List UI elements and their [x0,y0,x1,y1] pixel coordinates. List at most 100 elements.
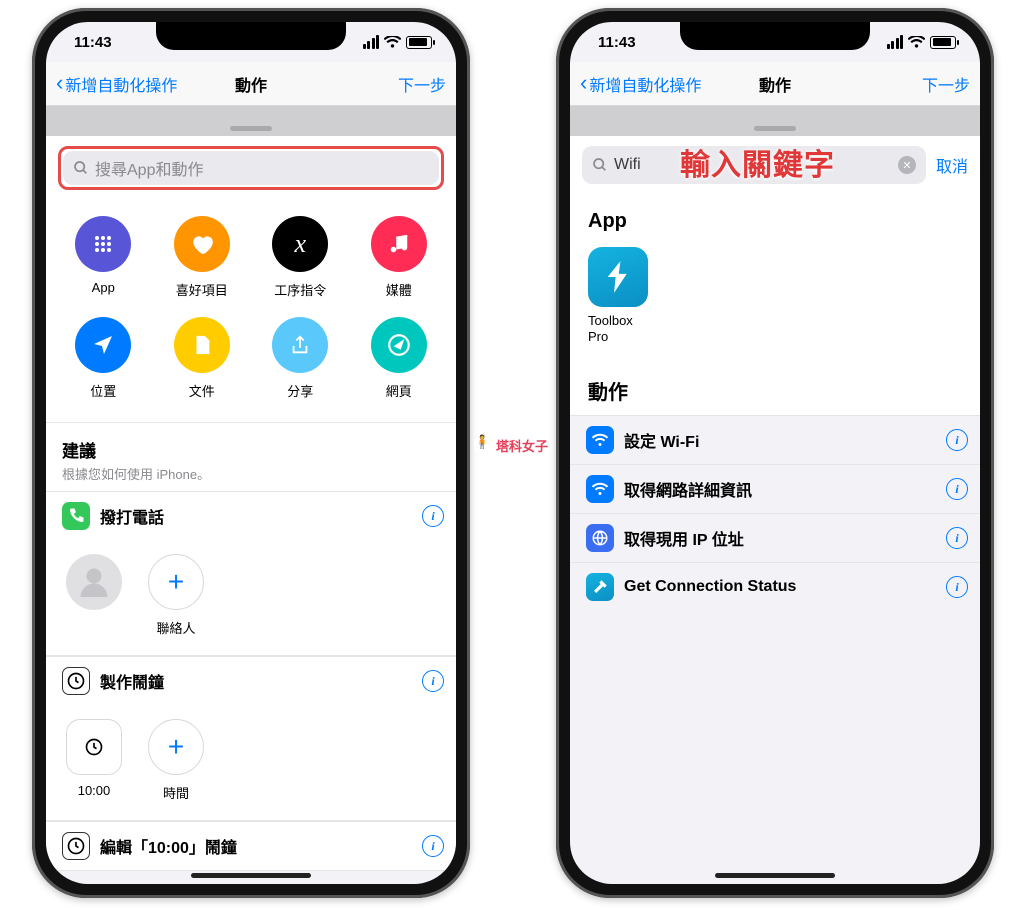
app-result-label: Toolbox Pro [588,313,962,344]
suggestion-icon [62,667,90,695]
status-time: 11:43 [74,34,112,51]
search-placeholder: 搜尋App和動作 [95,156,203,180]
action-row[interactable]: Get Connection Status i [570,562,980,611]
action-label: 取得網路詳細資訊 [624,477,752,501]
toolbox-pro-icon [588,247,648,307]
search-input[interactable]: 搜尋App和動作 [63,151,439,185]
wifi-icon [586,426,614,454]
nav-icon [75,317,131,373]
compass-icon [371,317,427,373]
category-App[interactable]: App [54,216,153,299]
category-label: 分享 [287,381,313,400]
category-grid: App 喜好項目 x 工序指令 媒體位置 文件 分享 網頁 [46,200,456,423]
suggestions-title: 建議 [62,437,440,462]
cancel-button[interactable]: 取消 [936,153,968,177]
suggestion-title: 編輯「10:00」鬧鐘 [100,834,237,858]
category-label: 文件 [189,381,215,400]
search-icon [73,160,89,176]
wifi-icon [586,475,614,503]
action-row[interactable]: 取得網路詳細資訊 i [570,464,980,513]
suggestion-group: 撥打電話 i +聯絡人 [46,491,456,656]
contact-placeholder[interactable] [66,554,122,618]
category-label: 網頁 [386,381,412,400]
grid-icon [75,216,131,272]
back-label: 新增自動化操作 [589,72,701,96]
share-icon [272,317,328,373]
action-row[interactable]: 取得現用 IP 位址 i [570,513,980,562]
wifi-icon [908,36,925,49]
home-indicator[interactable] [191,873,311,878]
info-icon[interactable]: i [946,478,968,500]
category-分享[interactable]: 分享 [251,317,350,400]
wifi-icon [384,36,401,49]
category-工序指令[interactable]: x 工序指令 [251,216,350,299]
battery-icon [930,36,956,49]
back-button[interactable]: ‹ 新增自動化操作 [56,72,177,96]
category-label: 位置 [90,381,116,400]
doc-icon [174,317,230,373]
notch [156,22,346,50]
nav-bar: ‹ 新增自動化操作 動作 下一步 [570,62,980,106]
plus-icon: + [148,554,204,610]
suggestion-title: 製作鬧鐘 [100,669,164,693]
option-label: 10:00 [78,783,111,798]
watermark-icon: 🧍 [474,434,492,456]
info-icon[interactable]: i [946,576,968,598]
clock-option[interactable]: 10:00 [66,719,122,798]
search-row: 搜尋App和動作 [46,136,456,200]
x-icon: x [272,216,328,272]
category-位置[interactable]: 位置 [54,317,153,400]
suggestion-icon [62,502,90,530]
globe-icon [586,524,614,552]
category-文件[interactable]: 文件 [153,317,252,400]
info-icon[interactable]: i [946,429,968,451]
app-result[interactable]: Toolbox Pro [570,243,980,354]
category-label: 喜好項目 [176,280,228,299]
suggestion-row[interactable]: 編輯「10:00」鬧鐘 i [46,821,456,870]
suggestion-group: 編輯「10:00」鬧鐘 i [46,821,456,871]
plus-icon: + [148,719,204,775]
add-option[interactable]: +聯絡人 [148,554,204,637]
category-label: 工序指令 [274,280,326,299]
clear-icon[interactable]: ✕ [898,156,916,174]
grabber[interactable] [230,126,272,131]
status-time: 11:43 [598,34,636,51]
suggestion-row[interactable]: 製作鬧鐘 i [46,656,456,705]
add-option[interactable]: +時間 [148,719,204,802]
nav-bar: ‹ 新增自動化操作 動作 下一步 [46,62,456,106]
heart-icon [174,216,230,272]
back-label: 新增自動化操作 [65,72,177,96]
search-highlight: 搜尋App和動作 [58,146,444,190]
next-button[interactable]: 下一步 [398,72,446,96]
category-label: App [92,280,115,295]
nav-title: 動作 [235,72,267,96]
phone-left: 11:43 ‹ 新增自動化操作 動作 下一步 [32,8,470,898]
action-label: 取得現用 IP 位址 [624,526,744,550]
person-icon [66,554,122,610]
grabber[interactable] [754,126,796,131]
category-媒體[interactable]: 媒體 [350,216,449,299]
back-button[interactable]: ‹ 新增自動化操作 [580,72,701,96]
nav-title: 動作 [759,72,791,96]
action-label: Get Connection Status [624,578,796,596]
hammer-icon [586,573,614,601]
action-row[interactable]: 設定 Wi-Fii [570,415,980,464]
suggestion-row[interactable]: 撥打電話 i [46,491,456,540]
watermark-text: 塔科女子 [496,436,548,455]
info-icon[interactable]: i [422,505,444,527]
suggestion-icon [62,832,90,860]
info-icon[interactable]: i [422,835,444,857]
notch [680,22,870,50]
next-button[interactable]: 下一步 [922,72,970,96]
info-icon[interactable]: i [422,670,444,692]
screen-left: 11:43 ‹ 新增自動化操作 動作 下一步 [46,22,456,884]
home-indicator[interactable] [715,873,835,878]
category-喜好項目[interactable]: 喜好項目 [153,216,252,299]
category-網頁[interactable]: 網頁 [350,317,449,400]
action-section-title: 動作 [570,354,980,415]
info-icon[interactable]: i [946,527,968,549]
suggestions-header: 建議 根據您如何使用 iPhone。 [46,423,456,491]
search-icon [592,157,608,173]
suggestion-title: 撥打電話 [100,504,164,528]
chevron-left-icon: ‹ [580,72,587,94]
